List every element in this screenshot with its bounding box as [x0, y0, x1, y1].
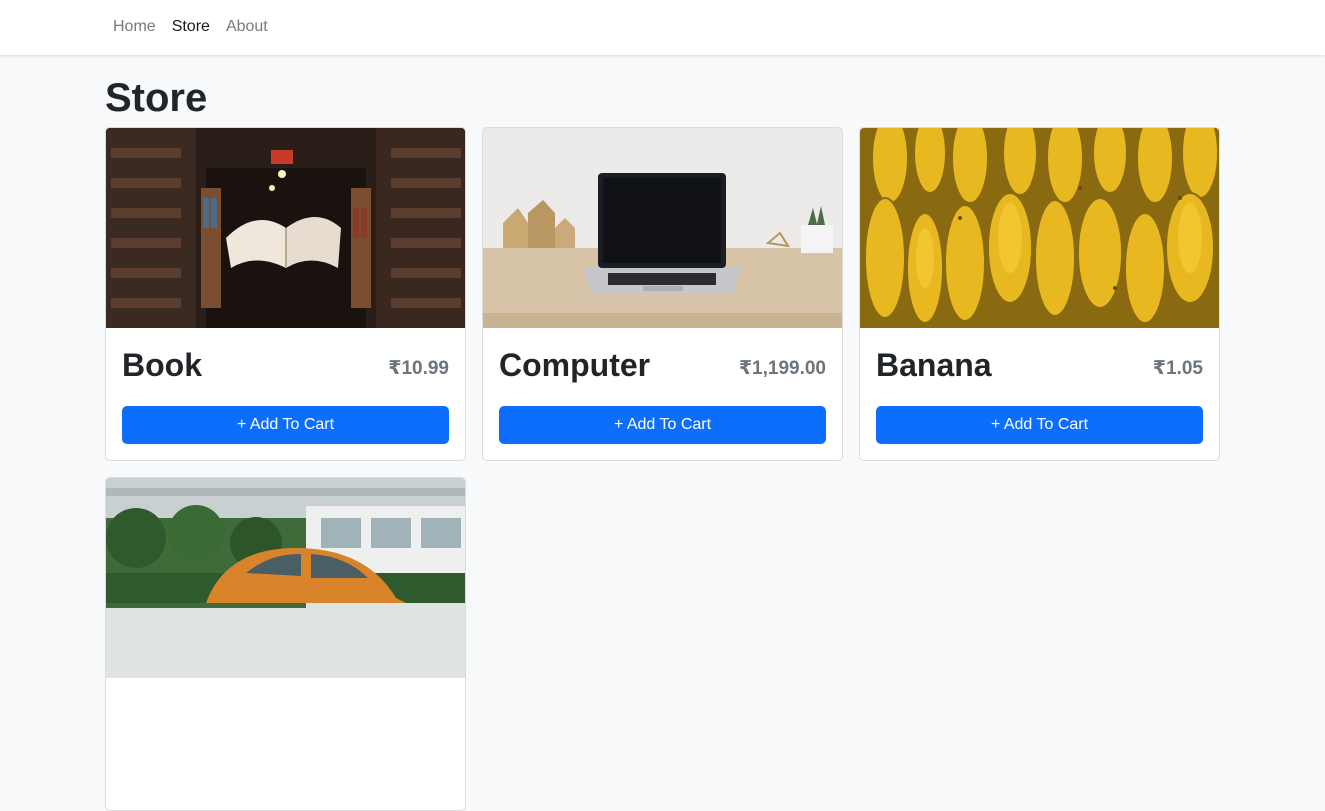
- orange-car-image: [106, 478, 465, 678]
- nav-link-store[interactable]: Store: [172, 17, 210, 37]
- nav-link-about[interactable]: About: [226, 17, 268, 37]
- product-price: ₹1,199.00: [738, 358, 826, 379]
- product-card-car: [105, 477, 466, 811]
- product-card-banana: Banana ₹1.05 + Add To Cart: [859, 127, 1220, 461]
- navbar: Home Store About: [0, 0, 1325, 55]
- add-to-cart-button[interactable]: + Add To Cart: [122, 406, 449, 444]
- product-card-book: Book ₹10.99 + Add To Cart: [105, 127, 466, 461]
- page-title: Store: [105, 76, 208, 120]
- card-body: Computer ₹1,199.00 + Add To Cart: [483, 328, 842, 460]
- product-name: Computer: [499, 347, 651, 383]
- card-body: Book ₹10.99 + Add To Cart: [106, 328, 465, 460]
- add-to-cart-button[interactable]: + Add To Cart: [876, 406, 1203, 444]
- product-card-computer: Computer ₹1,199.00 + Add To Cart: [482, 127, 843, 461]
- product-price: ₹1.05: [1152, 358, 1203, 379]
- card-body: Banana ₹1.05 + Add To Cart: [860, 328, 1219, 460]
- nav-link-home[interactable]: Home: [113, 17, 156, 37]
- add-to-cart-button[interactable]: + Add To Cart: [499, 406, 826, 444]
- bananas-image: [860, 128, 1219, 328]
- product-name: Book: [122, 347, 202, 383]
- laptop-desk-image: [483, 128, 842, 328]
- product-name: Banana: [876, 347, 992, 383]
- nav-links: Home Store About: [113, 17, 284, 37]
- product-grid: Book ₹10.99 + Add To Cart Computer ₹1,19…: [105, 127, 1221, 811]
- library-book-image: [106, 128, 465, 328]
- product-price: ₹10.99: [388, 358, 449, 379]
